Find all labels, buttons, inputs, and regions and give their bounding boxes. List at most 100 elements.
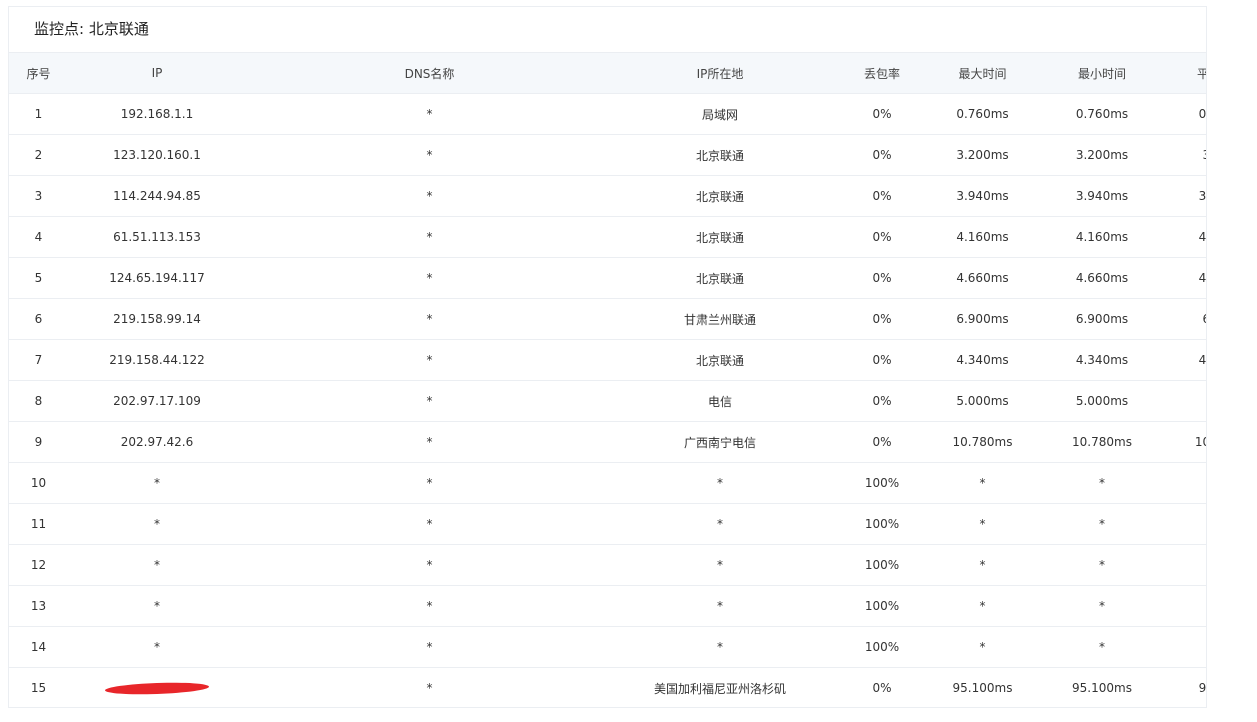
- cell-ip: *: [68, 626, 246, 668]
- cell-max-time: *: [937, 503, 1028, 545]
- cell-min-time: *: [1028, 503, 1176, 545]
- monitor-point-title: 监控点: 北京联通: [34, 20, 149, 38]
- cell-min-time: *: [1028, 462, 1176, 504]
- column-header-no: 序号: [9, 52, 68, 94]
- table-row: 1192.168.1.1*局域网0%0.760ms0.760ms0.76ms: [9, 93, 1206, 135]
- cell-avg-time: 0ms: [1176, 626, 1206, 668]
- cell-packet-loss: 0%: [827, 298, 937, 340]
- cell-max-time: 4.340ms: [937, 339, 1028, 381]
- cell-avg-time: 4.34ms: [1176, 339, 1206, 381]
- column-header-location: IP所在地: [613, 52, 827, 94]
- cell-ip: 219.158.44.122: [68, 339, 246, 381]
- cell-ip: *: [68, 544, 246, 586]
- cell-min-time: 3.200ms: [1028, 134, 1176, 176]
- cell-ip: [68, 667, 246, 707]
- table-header-row: 序号 IP DNS名称 IP所在地 丢包率 最大时间 最小时间 平均时间: [9, 52, 1206, 94]
- cell-min-time: 10.780ms: [1028, 421, 1176, 463]
- cell-avg-time: 0ms: [1176, 503, 1206, 545]
- column-header-ip: IP: [68, 52, 246, 94]
- cell-hop-no: 9: [9, 421, 68, 463]
- cell-dns-name: *: [246, 134, 613, 176]
- cell-hop-no: 12: [9, 544, 68, 586]
- cell-packet-loss: 0%: [827, 421, 937, 463]
- cell-ip: *: [68, 462, 246, 504]
- column-header-avg-time: 平均时间: [1176, 52, 1206, 94]
- cell-dns-name: *: [246, 257, 613, 299]
- column-header-dns: DNS名称: [246, 52, 613, 94]
- cell-hop-no: 7: [9, 339, 68, 381]
- table-row: 10***100%**0ms: [9, 462, 1206, 504]
- cell-ip-location: 甘肃兰州联通: [613, 298, 827, 340]
- cell-packet-loss: 0%: [827, 175, 937, 217]
- cell-ip: 124.65.194.117: [68, 257, 246, 299]
- cell-dns-name: *: [246, 93, 613, 135]
- cell-avg-time: 3.94ms: [1176, 175, 1206, 217]
- traceroute-panel: 监控点: 北京联通 序号 IP DNS名称 IP所在地 丢包率 最大时间 最小时…: [8, 6, 1207, 708]
- cell-packet-loss: 100%: [827, 544, 937, 586]
- cell-hop-no: 2: [9, 134, 68, 176]
- traceroute-table: 序号 IP DNS名称 IP所在地 丢包率 最大时间 最小时间 平均时间 119…: [9, 52, 1206, 707]
- cell-ip-location: 北京联通: [613, 339, 827, 381]
- cell-min-time: *: [1028, 585, 1176, 627]
- cell-ip-location: 局域网: [613, 93, 827, 135]
- table-row: 6219.158.99.14*甘肃兰州联通0%6.900ms6.900ms6.9…: [9, 298, 1206, 340]
- table-row: 7219.158.44.122*北京联通0%4.340ms4.340ms4.34…: [9, 339, 1206, 381]
- table-row: 14***100%**0ms: [9, 626, 1206, 668]
- cell-max-time: *: [937, 626, 1028, 668]
- cell-dns-name: *: [246, 503, 613, 545]
- cell-dns-name: *: [246, 585, 613, 627]
- cell-max-time: 3.940ms: [937, 175, 1028, 217]
- cell-packet-loss: 100%: [827, 585, 937, 627]
- cell-hop-no: 13: [9, 585, 68, 627]
- cell-ip-location: *: [613, 462, 827, 504]
- cell-dns-name: *: [246, 380, 613, 422]
- table-row: 15*美国加利福尼亚州洛杉矶0%95.100ms95.100ms95.1ms: [9, 667, 1206, 707]
- cell-avg-time: 0ms: [1176, 585, 1206, 627]
- cell-ip-location: *: [613, 626, 827, 668]
- table-row: 13***100%**0ms: [9, 585, 1206, 627]
- cell-ip: *: [68, 585, 246, 627]
- cell-ip-location: 广西南宁电信: [613, 421, 827, 463]
- cell-ip-location: 北京联通: [613, 216, 827, 258]
- cell-packet-loss: 0%: [827, 339, 937, 381]
- cell-hop-no: 8: [9, 380, 68, 422]
- cell-ip-location: 北京联通: [613, 175, 827, 217]
- table-row: 12***100%**0ms: [9, 544, 1206, 586]
- cell-avg-time: 5ms: [1176, 380, 1206, 422]
- cell-hop-no: 10: [9, 462, 68, 504]
- table-row: 9202.97.42.6*广西南宁电信0%10.780ms10.780ms10.…: [9, 421, 1206, 463]
- cell-avg-time: 0ms: [1176, 462, 1206, 504]
- cell-ip-location: 电信: [613, 380, 827, 422]
- cell-dns-name: *: [246, 339, 613, 381]
- cell-max-time: 4.160ms: [937, 216, 1028, 258]
- cell-min-time: 0.760ms: [1028, 93, 1176, 135]
- cell-avg-time: 95.1ms: [1176, 667, 1206, 707]
- redacted-ip-mark: [104, 681, 210, 697]
- cell-ip-location: *: [613, 585, 827, 627]
- cell-ip: 202.97.42.6: [68, 421, 246, 463]
- cell-packet-loss: 100%: [827, 626, 937, 668]
- cell-dns-name: *: [246, 175, 613, 217]
- table-row: 5124.65.194.117*北京联通0%4.660ms4.660ms4.66…: [9, 257, 1206, 299]
- cell-max-time: 10.780ms: [937, 421, 1028, 463]
- cell-packet-loss: 0%: [827, 667, 937, 707]
- cell-hop-no: 15: [9, 667, 68, 707]
- cell-hop-no: 6: [9, 298, 68, 340]
- cell-min-time: *: [1028, 626, 1176, 668]
- cell-dns-name: *: [246, 216, 613, 258]
- cell-dns-name: *: [246, 544, 613, 586]
- cell-avg-time: 0.76ms: [1176, 93, 1206, 135]
- table-row: 461.51.113.153*北京联通0%4.160ms4.160ms4.16m…: [9, 216, 1206, 258]
- cell-hop-no: 3: [9, 175, 68, 217]
- cell-max-time: 4.660ms: [937, 257, 1028, 299]
- cell-ip-location: 美国加利福尼亚州洛杉矶: [613, 667, 827, 707]
- cell-max-time: *: [937, 544, 1028, 586]
- cell-dns-name: *: [246, 667, 613, 707]
- column-header-max-time: 最大时间: [937, 52, 1028, 94]
- cell-dns-name: *: [246, 421, 613, 463]
- cell-hop-no: 14: [9, 626, 68, 668]
- cell-packet-loss: 0%: [827, 134, 937, 176]
- cell-max-time: 0.760ms: [937, 93, 1028, 135]
- cell-avg-time: 4.16ms: [1176, 216, 1206, 258]
- cell-max-time: 5.000ms: [937, 380, 1028, 422]
